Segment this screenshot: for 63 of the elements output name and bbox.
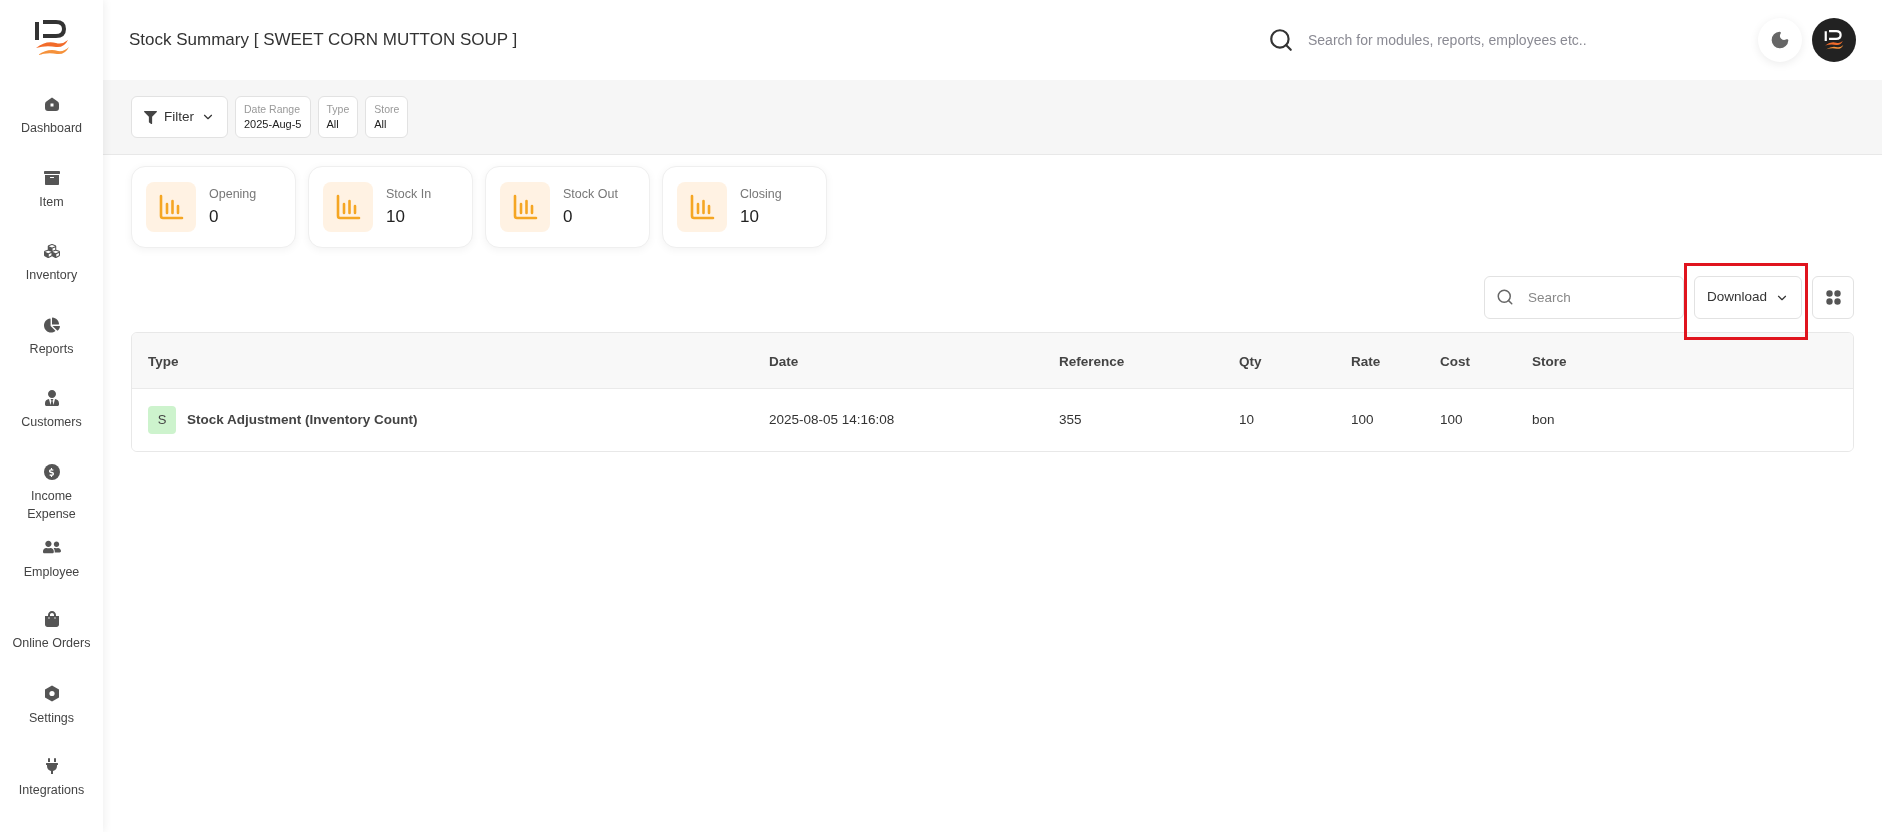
sidebar-item[interactable]: Dashboard [1,96,102,170]
column-header: Store [1532,353,1567,369]
type-initial-badge: S [148,406,176,434]
grid-dots-icon [1825,290,1841,305]
home-icon [43,96,60,113]
table-search-field[interactable]: Search [1483,276,1684,319]
sidebar-item[interactable]: Online Orders [1,611,102,685]
column-header: Type [148,353,179,369]
download-button[interactable]: Download [1693,276,1802,319]
sidebar-item[interactable]: Integrations [1,758,102,832]
sidebar-item[interactable]: Inventory [1,243,102,317]
table-cell-text: 100 [1440,410,1463,429]
sidebar-item[interactable]: Customers [1,390,102,464]
boxes-icon [43,243,60,260]
pie-chart-icon [43,316,60,333]
card-label: Stock In [386,185,433,203]
moon-icon [1770,30,1790,50]
grid-view-button[interactable] [1812,276,1854,319]
table-cell-text: Stock Adjustment (Inventory Count) [187,410,418,429]
column-header: Date [769,353,799,369]
filter-chip[interactable]: Store All [365,96,409,138]
table-cell-text: 10 [1239,410,1255,429]
archive-box-icon [43,169,60,186]
card-label: Opening [209,185,258,203]
filter-chip[interactable]: Type All [317,96,359,138]
dollar-coin-icon [43,464,60,480]
person-icon [43,390,60,407]
column-header: Reference [1059,353,1125,369]
bar-chart-icon [512,194,538,220]
card-label: Closing [740,185,783,203]
bag-icon [43,611,60,628]
search-icon [1268,27,1294,53]
card-value: 0 [209,205,220,228]
sidebar-item[interactable]: Employee [1,537,102,612]
sidebar-item[interactable]: Settings [1,684,102,759]
card-value: 0 [563,205,574,228]
sidebar-item[interactable]: Income Expense [1,464,102,538]
column-header: Cost [1440,353,1470,369]
card-value: 10 [386,205,406,228]
column-header: Rate [1351,353,1381,369]
table-cell-text: bon [1532,410,1555,429]
avatar[interactable] [1812,18,1856,62]
plug-icon [43,758,60,775]
sidebar-item[interactable]: Reports [1,316,102,391]
settings-icon [43,684,60,702]
card-value: 10 [740,205,760,228]
global-search-field[interactable]: Search for modules, reports, employees etc.. [1308,29,1708,51]
sidebar-item[interactable]: Item [1,169,102,244]
search-icon [1495,288,1514,306]
avatar-logo-icon [1823,29,1845,51]
column-header: Qty [1239,353,1262,369]
filter-chip[interactable]: Date Range 2025-Aug-5 [235,96,311,138]
table-cell-text: 2025-08-05 14:16:08 [769,410,895,429]
table-cell-text: 100 [1351,410,1374,429]
card-label: Stock Out [563,185,619,203]
filter-icon [144,110,157,124]
bar-chart-icon [335,194,361,220]
bar-chart-icon [158,194,184,220]
page-title: Stock Summary [ SWEET CORN MUTTON SOUP ] [129,29,518,52]
dark-mode-button[interactable] [1758,18,1802,62]
filter-button[interactable]: Filter [131,96,228,138]
table-cell-text: 355 [1059,410,1082,429]
bar-chart-icon [689,194,715,220]
